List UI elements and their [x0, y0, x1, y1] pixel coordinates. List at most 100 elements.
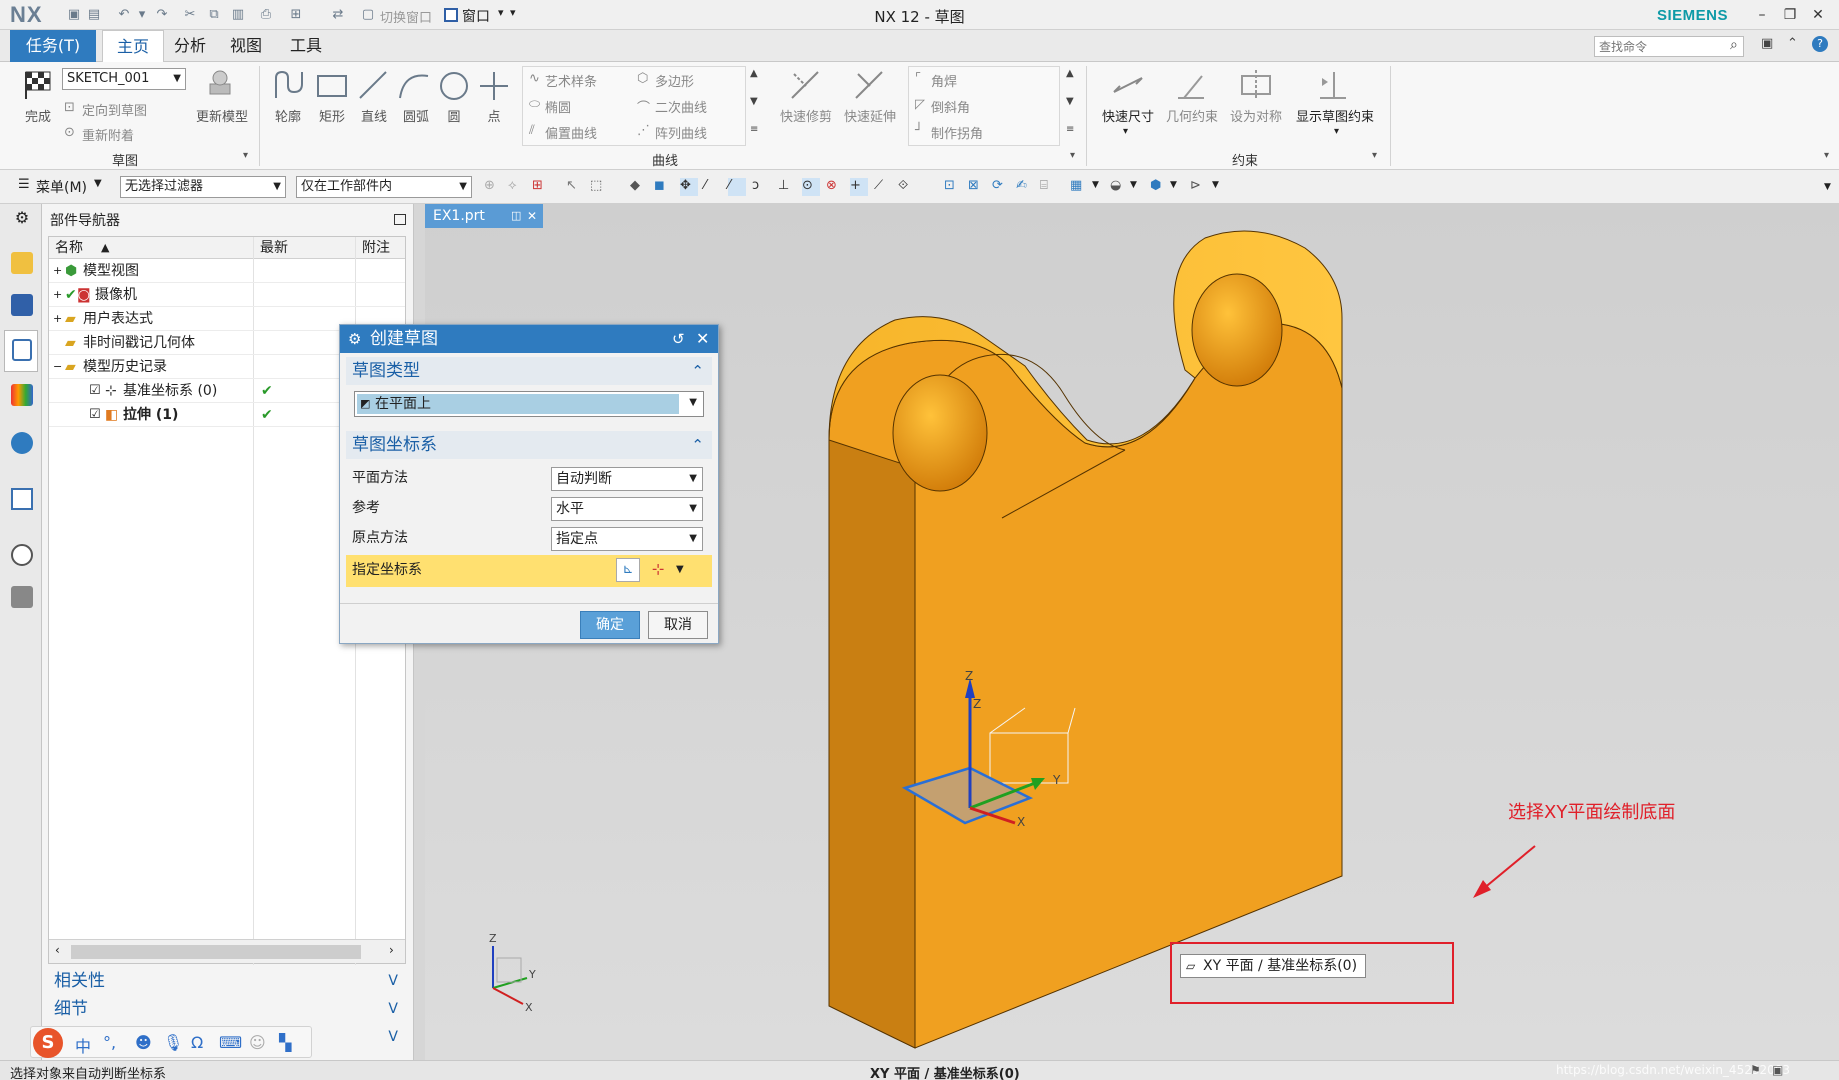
csys-dropdown-icon[interactable]: ▼: [676, 558, 694, 582]
keyboard-icon[interactable]: ⌨: [219, 1033, 242, 1052]
close-button[interactable]: ✕: [1807, 4, 1829, 26]
sketch-group-expand-icon[interactable]: ▾: [243, 150, 248, 161]
file-tab[interactable]: EX1.prt ◫ ✕: [425, 204, 543, 228]
toolbox-icon[interactable]: ▚: [279, 1033, 291, 1052]
work-layer-icon[interactable]: ⊳: [1190, 178, 1208, 196]
quick-trim-button[interactable]: 快速修剪: [774, 106, 838, 125]
menu-button[interactable]: 菜单(M): [36, 177, 87, 197]
expand-icon[interactable]: +: [53, 259, 62, 283]
toolbar-overflow-icon[interactable]: ▼: [1824, 182, 1831, 192]
touch-mode-icon[interactable]: ⇄: [330, 7, 346, 23]
make-corner-button[interactable]: 制作拐角: [931, 123, 983, 142]
solid-icon[interactable]: ◆: [630, 178, 648, 196]
profile-button[interactable]: 轮廓: [268, 106, 308, 125]
fit-view-icon[interactable]: ⊡: [944, 178, 962, 196]
geometric-constraints-button[interactable]: 几何约束: [1160, 106, 1224, 125]
perspective-icon[interactable]: ⌸: [1040, 178, 1058, 196]
assembly-navigator-icon[interactable]: [11, 252, 33, 274]
tab-tools[interactable]: 工具: [276, 30, 336, 62]
point-on-surface-icon[interactable]: ⟐: [898, 178, 916, 196]
type-filter-select[interactable]: 无选择过滤器 ▼: [120, 176, 286, 198]
quadrant-snap-icon[interactable]: ⊗: [826, 178, 844, 196]
rectangle-select-icon[interactable]: ⬚: [590, 178, 608, 196]
sogou-logo-icon[interactable]: S: [33, 1028, 63, 1058]
rapid-dimension-button[interactable]: 快速尺寸: [1096, 106, 1160, 125]
sketch-type-select[interactable]: ◩ 在平面上 ▼: [354, 391, 704, 417]
column-header-name[interactable]: 名称 ▲: [49, 237, 253, 259]
reattach-button[interactable]: 重新附着: [82, 125, 134, 144]
polygon-button[interactable]: 多边形: [655, 71, 694, 90]
switch-window-icon[interactable]: ▢: [360, 7, 376, 23]
column-header-latest[interactable]: 最新: [253, 237, 355, 259]
rapid-dimension-dropdown-icon[interactable]: ▾: [1123, 126, 1128, 137]
hd3d-tools-icon[interactable]: [11, 432, 33, 454]
minimize-button[interactable]: –: [1751, 4, 1773, 26]
part-navigator-tab[interactable]: [4, 330, 38, 372]
make-symmetric-button[interactable]: 设为对称: [1224, 106, 1288, 125]
point-button[interactable]: 点: [474, 106, 514, 125]
tangent-snap-icon[interactable]: ↄ: [752, 178, 770, 196]
menu-dropdown-icon[interactable]: ▼: [94, 178, 102, 189]
tab-analysis[interactable]: 分析: [160, 30, 220, 62]
gallery-more-icon[interactable]: ≡: [750, 124, 758, 135]
line-button[interactable]: 直线: [352, 106, 396, 125]
help-icon[interactable]: ?: [1812, 36, 1828, 52]
details-panel-header[interactable]: 细节 V: [48, 996, 406, 1022]
selection-scope-select[interactable]: 仅在工作部件内 ▼: [296, 176, 472, 198]
constraints-group-expand-icon[interactable]: ▾: [1372, 150, 1377, 161]
ribbon-options-icon[interactable]: ▣: [1761, 36, 1773, 51]
filter-reset-icon[interactable]: ⊕: [484, 178, 502, 196]
orient-view-icon[interactable]: ⬢: [1150, 178, 1168, 196]
update-model-button[interactable]: 更新模型: [190, 106, 254, 125]
show-sketch-constraints-button[interactable]: 显示草图约束: [1290, 106, 1380, 125]
corner-gallery-up-icon[interactable]: ▲: [1066, 68, 1074, 79]
sketch-type-section[interactable]: 草图类型 ⌃: [346, 357, 712, 385]
cut-icon[interactable]: ✂: [182, 7, 198, 23]
center-snap-icon[interactable]: ⊙: [802, 178, 820, 196]
punctuation-icon[interactable]: °,: [103, 1033, 116, 1052]
role-icon[interactable]: [11, 586, 33, 608]
checkbox-icon[interactable]: ☑: [89, 379, 101, 403]
specify-csys-row[interactable]: 指定坐标系 ⊾ ⊹ ▼: [346, 555, 712, 587]
quick-extend-button[interactable]: 快速延伸: [838, 106, 902, 125]
corner-gallery-down-icon[interactable]: ▼: [1066, 96, 1074, 107]
arc-button[interactable]: 圆弧: [394, 106, 438, 125]
ime-mode-toggle[interactable]: 中: [75, 1033, 91, 1057]
command-search-input[interactable]: [1594, 36, 1744, 57]
collapse-ribbon-icon[interactable]: ⌃: [1787, 36, 1798, 51]
column-header-comment[interactable]: 附注: [355, 237, 405, 259]
origin-method-select[interactable]: 指定点 ▼: [551, 527, 703, 551]
flag-icon[interactable]: ⚑: [1750, 1063, 1761, 1077]
maximize-icon[interactable]: [394, 214, 406, 225]
rectangle-button[interactable]: 矩形: [310, 106, 354, 125]
pattern-curve-button[interactable]: 阵列曲线: [655, 123, 707, 142]
dialog-title-bar[interactable]: ⚙ 创建草图 ↺ ✕: [340, 325, 718, 353]
existing-point-icon[interactable]: +: [850, 178, 868, 196]
save-icon[interactable]: ▣: [66, 7, 82, 23]
inferred-csys-icon[interactable]: ⊹: [644, 558, 672, 582]
fillet-button[interactable]: 角焊: [931, 71, 957, 90]
tab-view[interactable]: 视图: [216, 30, 276, 62]
pan-icon[interactable]: ✍: [1016, 178, 1034, 196]
studio-spline-button[interactable]: 艺术样条: [545, 71, 597, 90]
window-dropdown-icon[interactable]: ▾: [498, 6, 504, 19]
undo-icon[interactable]: ↶: [116, 7, 132, 23]
redo-icon[interactable]: ↷: [154, 7, 170, 23]
web-browser-icon[interactable]: [11, 488, 33, 510]
chamfer-button[interactable]: 倒斜角: [931, 97, 970, 116]
render-style-dropdown-icon[interactable]: ▼: [1092, 180, 1099, 190]
finish-sketch-button[interactable]: 完成: [18, 106, 58, 125]
tab-options-icon[interactable]: ◫: [511, 204, 521, 228]
checkbox-icon[interactable]: ☑: [89, 403, 101, 427]
body-icon[interactable]: ◼: [654, 178, 672, 196]
sketch-csys-section[interactable]: 草图坐标系 ⌃: [346, 431, 712, 459]
rotate-icon[interactable]: ⟳: [992, 178, 1010, 196]
window-menu-button[interactable]: 窗口: [462, 6, 490, 26]
repeat-command-icon[interactable]: ⎙: [258, 7, 274, 23]
horizontal-scrollbar[interactable]: ‹ ›: [49, 939, 405, 963]
gear-icon[interactable]: ⚙: [11, 208, 33, 230]
snap-point-icon[interactable]: ✥: [680, 178, 698, 196]
save-all-icon[interactable]: ▤: [86, 7, 102, 23]
scroll-left-icon[interactable]: ‹: [55, 943, 60, 957]
ok-button[interactable]: 确定: [580, 611, 640, 639]
